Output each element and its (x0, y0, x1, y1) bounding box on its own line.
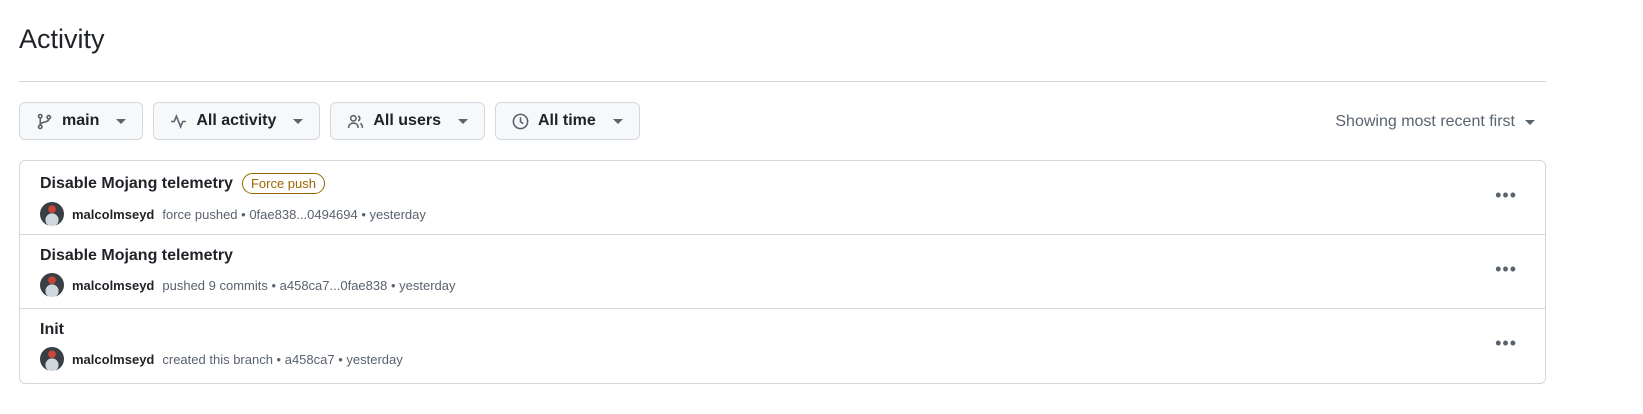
force-push-badge: Force push (241, 173, 325, 194)
avatar[interactable] (40, 202, 64, 226)
activity-filter-button[interactable]: All activity (153, 102, 321, 140)
activity-title[interactable]: Disable Mojang telemetry (40, 175, 233, 193)
kebab-menu-icon[interactable]: ••• (1495, 185, 1517, 206)
users-filter-button[interactable]: All users (330, 102, 485, 140)
pulse-icon (171, 113, 187, 129)
list-item: Disable Mojang telemetry Force push malco… (20, 161, 1545, 235)
avatar[interactable] (40, 273, 64, 297)
git-branch-icon (37, 113, 52, 129)
activity-detail: force pushed • 0fae838...0494694 • yeste… (162, 206, 426, 222)
divider (19, 81, 1546, 82)
activity-detail: created this branch • a458ca7 • yesterda… (162, 351, 403, 367)
chevron-down-icon (1525, 119, 1535, 125)
user-link[interactable]: malcolmseyd (72, 352, 154, 367)
users-filter-label: All users (373, 112, 441, 129)
page-title: Activity (19, 24, 105, 54)
user-link[interactable]: malcolmseyd (72, 278, 154, 293)
chevron-down-icon (116, 118, 127, 124)
filter-bar: main All activity All users All time (19, 102, 640, 140)
people-icon (348, 114, 364, 128)
activity-title[interactable]: Disable Mojang telemetry (40, 247, 233, 265)
activity-detail: pushed 9 commits • a458ca7...0fae838 • y… (162, 277, 456, 293)
time-filter-button[interactable]: All time (494, 102, 640, 140)
activity-list: Disable Mojang telemetry Force push malco… (19, 160, 1546, 384)
sort-dropdown[interactable]: Showing most recent first (1335, 113, 1535, 131)
chevron-down-icon (457, 118, 468, 124)
activity-title[interactable]: Init (40, 321, 64, 339)
clock-icon (512, 113, 529, 129)
branch-filter-button[interactable]: main (19, 102, 144, 140)
sort-label: Showing most recent first (1335, 113, 1515, 130)
time-filter-label: All time (537, 112, 596, 129)
avatar[interactable] (40, 347, 64, 371)
branch-filter-label: main (62, 112, 100, 129)
chevron-down-icon (293, 118, 304, 124)
activity-filter-label: All activity (196, 112, 277, 129)
list-item: Init malcolmseyd created this branch • a4… (20, 309, 1545, 383)
kebab-menu-icon[interactable]: ••• (1495, 259, 1517, 280)
kebab-menu-icon[interactable]: ••• (1495, 333, 1517, 354)
list-item: Disable Mojang telemetry malcolmseyd push… (20, 235, 1545, 309)
chevron-down-icon (612, 118, 623, 124)
user-link[interactable]: malcolmseyd (72, 207, 154, 222)
